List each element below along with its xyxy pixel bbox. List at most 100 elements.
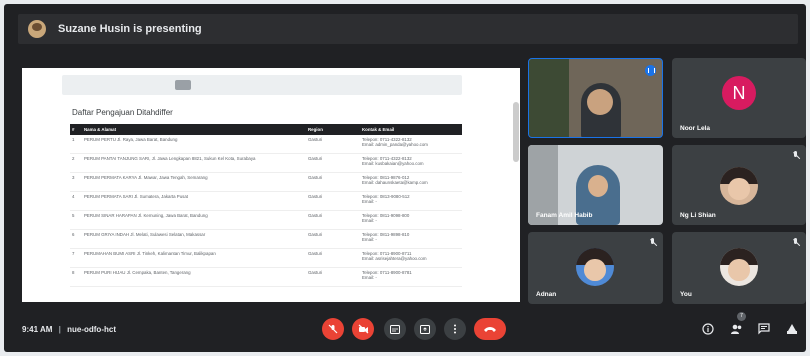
mic-off-icon — [649, 238, 657, 248]
row-contact: Telepon: 0711-8900-8711 Email: asrisejah… — [360, 248, 462, 268]
row-name: PERUM GRIYA INDAH Jl. Melati, Sulawesi S… — [82, 229, 306, 249]
speaking-indicator-icon — [645, 65, 656, 76]
row-name: PERUM PERMATA SARI Jl. Sumatera, Jakarta… — [82, 191, 306, 211]
row-region: Gasturi — [306, 135, 360, 154]
row-number: 2 — [70, 153, 82, 173]
people-icon — [730, 324, 741, 334]
doc-table: # Nama & Alamat Region Kontak & Email 1P… — [70, 124, 462, 287]
row-region: Gasturi — [306, 210, 360, 230]
avatar-photo — [720, 248, 758, 286]
presenting-label: Suzane Husin is presenting — [58, 23, 202, 35]
row-number: 1 — [70, 135, 82, 154]
row-region: Gasturi — [306, 229, 360, 249]
row-number: 4 — [70, 191, 82, 211]
doc-scrollbar[interactable] — [513, 102, 519, 162]
present-screen-button[interactable] — [414, 318, 436, 340]
participant-tile-you[interactable]: You — [672, 232, 806, 304]
chat-button[interactable] — [757, 323, 771, 337]
participant-tile-ng-li-shian[interactable]: Ng Li Shian — [672, 145, 806, 225]
participant-name: Noor Lela — [680, 125, 710, 132]
presenter-avatar — [28, 20, 46, 38]
mic-off-icon — [328, 324, 338, 334]
col-header-number: # — [70, 124, 82, 135]
participant-tile-adnan[interactable]: Adnan — [528, 232, 663, 304]
shapes-icon — [787, 324, 797, 334]
row-number: 6 — [70, 229, 82, 249]
bottom-toolbar: 9:41 AM | nue-odfo-hct 7 — [4, 306, 806, 352]
mic-toggle-button[interactable] — [322, 318, 344, 340]
meet-window: Suzane Husin is presenting Daftar Pengaj… — [4, 4, 806, 352]
col-header-region: Region — [306, 124, 360, 135]
end-call-icon — [484, 327, 496, 332]
row-contact: Telepon: 0811-9876-012 Email: dahaunskae… — [360, 172, 462, 192]
table-row: 2 PERUM PANTAI TANJUNG SARI, Jl. Jawa Len… — [70, 153, 462, 173]
row-number: 8 — [70, 267, 82, 287]
divider: | — [58, 325, 61, 334]
participant-name: Ng Li Shian — [680, 212, 716, 219]
avatar-initial: N — [722, 76, 756, 110]
row-contact: Telepon: 0711-8900-8781 Email: - — [360, 267, 462, 287]
row-name: PERUM PURI HIJAU Jl. Cempaka, Banten, Ta… — [82, 267, 306, 287]
leave-call-button[interactable] — [474, 318, 506, 340]
participant-count-badge: 7 — [737, 312, 746, 321]
participant-name: Fanam Amil Habib — [536, 212, 593, 219]
doc-page: Daftar Pengajuan Ditahdiffer # Nama & Al… — [70, 108, 466, 302]
table-row: 6 PERUM GRIYA INDAH Jl. Melati, Sulawesi … — [70, 229, 462, 249]
captions-button[interactable] — [384, 318, 406, 340]
mic-off-icon — [792, 151, 800, 161]
info-icon — [702, 323, 714, 335]
row-contact: Telepon: 0811-9898-810 Email: - — [360, 229, 462, 249]
row-contact: Telepon: 0811-9098-800 Email: - — [360, 210, 462, 230]
doc-toolbar — [62, 75, 462, 95]
more-options-button[interactable] — [444, 318, 466, 340]
col-header-contact: Kontak & Email — [360, 124, 462, 135]
meeting-code: nue-odfo-hct — [67, 325, 116, 334]
camera-toggle-button[interactable] — [352, 318, 374, 340]
row-number: 5 — [70, 210, 82, 230]
table-row: 1 PERUM PERTU Jl. Raya, Jawa Barat, Bandu… — [70, 135, 462, 154]
people-button[interactable] — [729, 323, 743, 337]
row-contact: Telepon: 0711-4322-8132 Email: kusbakaia… — [360, 153, 462, 173]
activities-button[interactable] — [785, 323, 799, 337]
participant-tile-fanam[interactable]: Fanam Amil Habib — [528, 145, 663, 225]
row-name: PERUM SINAR HARAPAN Jl. Kemuning, Jawa B… — [82, 210, 306, 230]
doc-title: Daftar Pengajuan Ditahdiffer — [72, 108, 173, 117]
present-icon — [420, 324, 430, 334]
chat-icon — [758, 323, 770, 335]
meeting-info: 9:41 AM | nue-odfo-hct — [22, 325, 116, 334]
row-region: Gasturi — [306, 267, 360, 287]
participant-name: Adnan — [536, 291, 557, 298]
table-row: 5 PERUM SINAR HARAPAN Jl. Kemuning, Jawa … — [70, 210, 462, 230]
table-row: 8 PERUM PURI HIJAU Jl. Cempaka, Banten, T… — [70, 267, 462, 287]
table-row: 4 PERUM PERMATA SARI Jl. Sumatera, Jakart… — [70, 191, 462, 211]
participant-tile-noor-lela[interactable]: N Noor Lela — [672, 58, 806, 138]
participant-tile-speaker[interactable] — [528, 58, 663, 138]
presenting-banner: Suzane Husin is presenting — [18, 14, 798, 44]
table-row: 7 PERUMAHAN BUMI ASRI Jl. Tinkeh, Kaliman… — [70, 248, 462, 268]
row-region: Gasturi — [306, 248, 360, 268]
more-vert-icon — [454, 324, 456, 334]
participant-face — [588, 175, 608, 197]
avatar-photo — [720, 167, 758, 205]
row-region: Gasturi — [306, 191, 360, 211]
background-plant — [529, 59, 569, 137]
meeting-details-button[interactable] — [701, 323, 715, 337]
table-row: 3 PERUM PERMATA KARYA Jl. Mawar, Jawa Ten… — [70, 172, 462, 192]
row-contact: Telepon: 0711-4322-8132 Email: admin_pan… — [360, 135, 462, 154]
row-name: PERUM PERMATA KARYA Jl. Mawar, Jawa Teng… — [82, 172, 306, 192]
row-name: PERUMAHAN BUMI ASRI Jl. Tinkeh, Kalimant… — [82, 248, 306, 268]
row-name: PERUM PANTAI TANJUNG SARI, Jl. Jawa Leng… — [82, 153, 306, 173]
camera-off-icon — [358, 324, 368, 334]
clock-time: 9:41 AM — [22, 325, 53, 334]
row-number: 3 — [70, 172, 82, 192]
col-header-name: Nama & Alamat — [82, 124, 306, 135]
shared-screen[interactable]: Daftar Pengajuan Ditahdiffer # Nama & Al… — [22, 68, 520, 302]
avatar-photo — [576, 248, 614, 286]
row-contact: Telepon: 0813-9080-512 Email: - — [360, 191, 462, 211]
speaker-face — [587, 89, 613, 115]
participant-name: You — [680, 291, 692, 298]
row-name: PERUM PERTU Jl. Raya, Jawa Barat, Bandun… — [82, 135, 306, 154]
mic-off-icon — [792, 238, 800, 248]
doc-toolbar-button[interactable] — [175, 80, 191, 90]
row-region: Gasturi — [306, 153, 360, 173]
